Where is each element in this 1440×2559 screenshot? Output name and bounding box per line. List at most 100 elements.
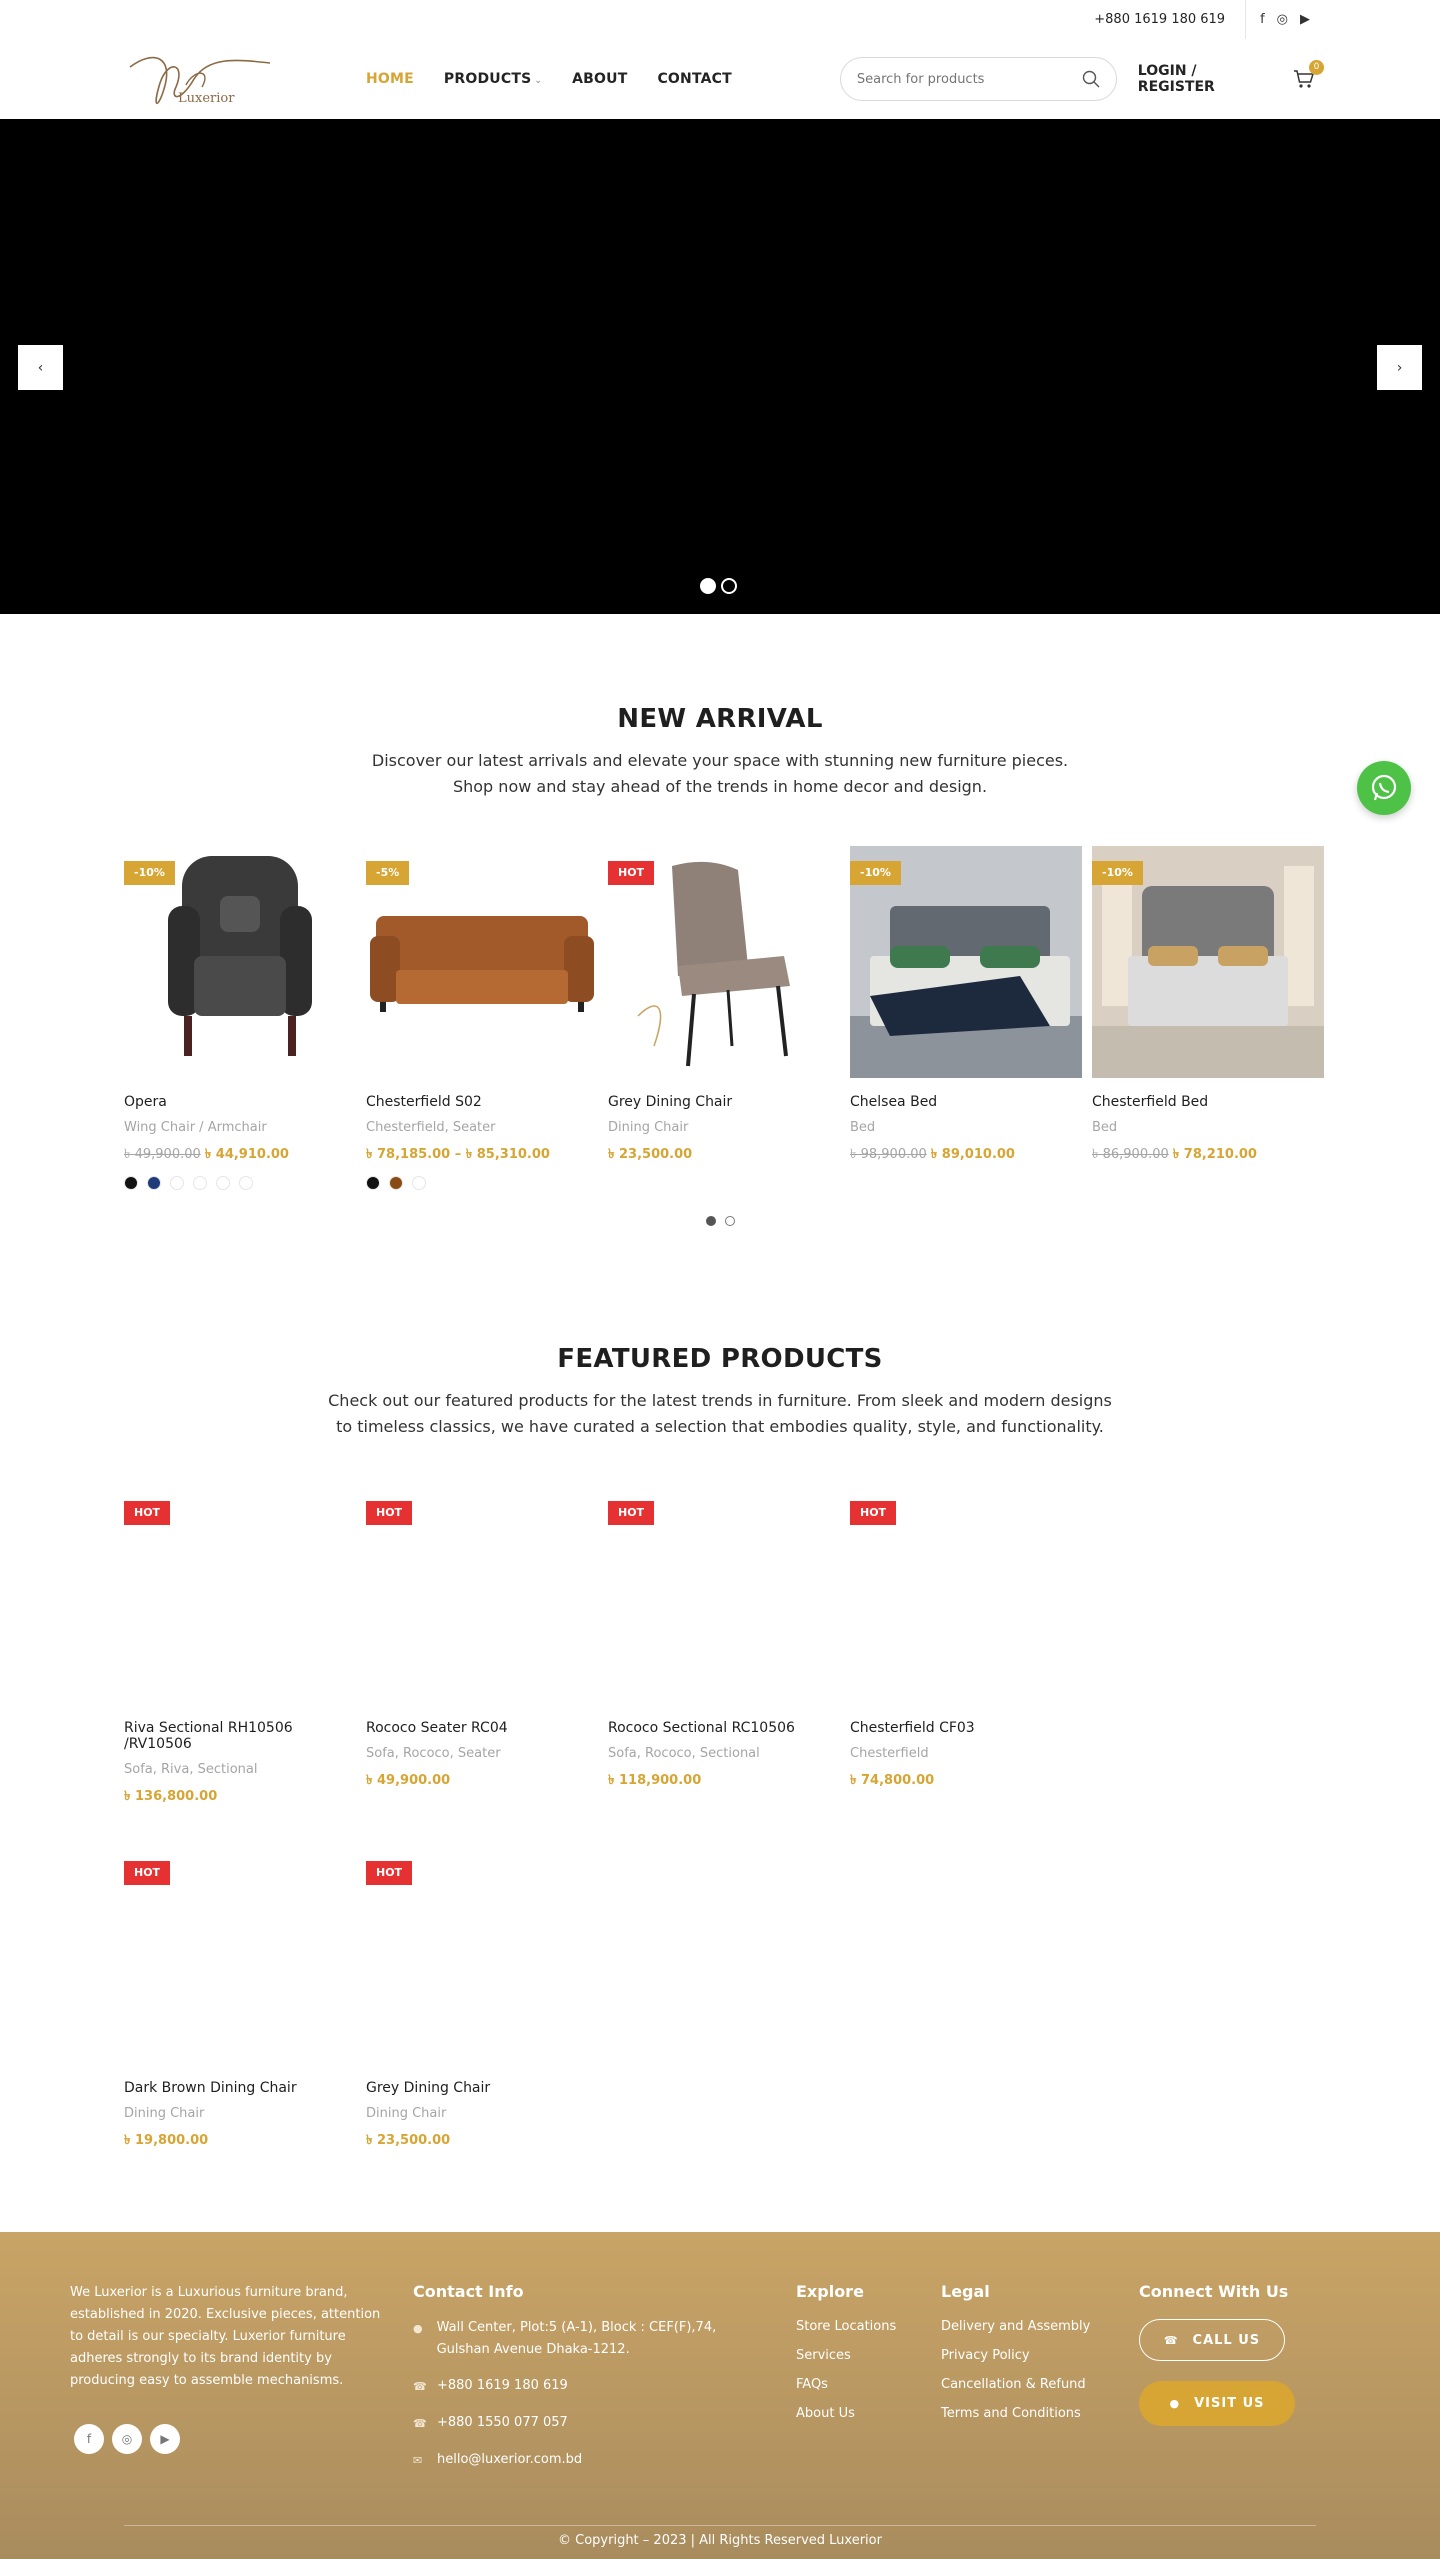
product-categories[interactable]: Sofa, Rococo, Sectional — [608, 1746, 840, 1761]
contact-phone-2[interactable]: ☎ +880 1550 077 057 — [413, 2412, 753, 2435]
logo[interactable]: Luxerior — [124, 39, 272, 119]
contact-phone-1[interactable]: ☎ +880 1619 180 619 — [413, 2375, 753, 2398]
product-card[interactable]: HOT Rococo Seater RC04 Sofa, Rococo, Sea… — [366, 1486, 598, 1808]
swatch-black[interactable] — [124, 1176, 138, 1190]
product-categories[interactable]: Sofa, Rococo, Seater — [366, 1746, 598, 1761]
footer-link-cancellation[interactable]: Cancellation & Refund — [941, 2377, 1090, 2392]
footer-link-faqs[interactable]: FAQs — [796, 2377, 896, 2392]
product-image[interactable]: HOT — [850, 1486, 1082, 1704]
call-us-button[interactable]: ☎ CALL US — [1139, 2319, 1285, 2361]
product-name[interactable]: Grey Dining Chair — [608, 1094, 840, 1110]
footer-link-services[interactable]: Services — [796, 2348, 896, 2363]
footer-link-delivery[interactable]: Delivery and Assembly — [941, 2319, 1090, 2334]
product-name[interactable]: Dark Brown Dining Chair — [124, 2080, 356, 2096]
product-categories[interactable]: Bed — [850, 1120, 1082, 1135]
footer-link-about-us[interactable]: About Us — [796, 2406, 896, 2421]
product-categories[interactable]: Chesterfield — [850, 1746, 1082, 1761]
new-arrival-pagination — [124, 1216, 1316, 1226]
topbar-phone[interactable]: +880 1619 180 619 — [1094, 12, 1225, 27]
call-us-label: CALL US — [1192, 2332, 1261, 2348]
product-image[interactable]: HOT — [608, 1486, 840, 1704]
product-name[interactable]: Rococo Seater RC04 — [366, 1720, 598, 1736]
nav-contact[interactable]: CONTACT — [657, 71, 731, 87]
carousel-dot-2[interactable] — [724, 1216, 735, 1226]
visit-us-button[interactable]: ● VISIT US — [1139, 2381, 1295, 2426]
product-image[interactable]: -10% — [1092, 846, 1324, 1078]
hot-badge: HOT — [608, 861, 655, 885]
current-price: ৳ 44,910.00 — [204, 1147, 289, 1162]
nav-products[interactable]: PRODUCTS ⌄ — [444, 71, 542, 87]
footer-link-terms[interactable]: Terms and Conditions — [941, 2406, 1090, 2421]
product-name[interactable]: Opera — [124, 1094, 356, 1110]
whatsapp-button[interactable] — [1357, 761, 1411, 815]
search-icon[interactable] — [1082, 70, 1100, 88]
nav-home[interactable]: HOME — [366, 71, 414, 87]
product-card[interactable]: HOT Rococo Sectional RC10506 Sofa, Rococ… — [608, 1486, 840, 1808]
footer-link-store-locations[interactable]: Store Locations — [796, 2319, 896, 2334]
product-image[interactable]: -10% — [124, 846, 356, 1078]
product-card[interactable]: HOT Grey Dining Chair Dining Chair ৳ 23,… — [366, 1846, 598, 2152]
swatch[interactable] — [193, 1176, 207, 1190]
product-image[interactable]: -5% — [366, 846, 598, 1078]
product-name[interactable]: Riva Sectional RH10506 /RV10506 — [124, 1720, 356, 1752]
facebook-icon[interactable]: f — [1260, 12, 1265, 27]
product-price: ৳ 86,900.00 ৳ 78,210.00 — [1092, 1145, 1324, 1166]
youtube-icon[interactable]: ▶ — [1300, 12, 1310, 27]
swatch[interactable] — [216, 1176, 230, 1190]
product-categories[interactable]: Dining Chair — [608, 1120, 840, 1135]
product-card[interactable]: HOT Chesterfield CF03 Chesterfield ৳ 74,… — [850, 1486, 1082, 1808]
hero-prev-button[interactable]: ‹ — [18, 345, 63, 390]
current-price: ৳ 74,800.00 — [850, 1773, 935, 1788]
product-name[interactable]: Chesterfield Bed — [1092, 1094, 1324, 1110]
youtube-icon[interactable]: ▶ — [150, 2424, 180, 2454]
product-categories[interactable]: Dining Chair — [366, 2106, 598, 2121]
footer-explore-title: Explore — [796, 2282, 864, 2301]
swatch-black[interactable] — [366, 1176, 380, 1190]
product-card[interactable]: -10% Opera Wing Chair / Armchair ৳ 49,90… — [124, 846, 356, 1190]
new-arrival-desc-line1: Discover our latest arrivals and elevate… — [371, 751, 1069, 770]
product-image[interactable]: HOT — [366, 1486, 598, 1704]
swatch[interactable] — [412, 1176, 426, 1190]
cart-button[interactable]: 0 — [1293, 60, 1324, 90]
product-image[interactable]: -10% — [850, 846, 1082, 1078]
contact-email[interactable]: ✉ hello@luxerior.com.bd — [413, 2449, 753, 2472]
product-name[interactable]: Chesterfield CF03 — [850, 1720, 1082, 1736]
product-categories[interactable]: Dining Chair — [124, 2106, 356, 2121]
product-categories[interactable]: Wing Chair / Armchair — [124, 1120, 356, 1135]
hero-dot-2[interactable] — [721, 578, 737, 594]
product-card[interactable]: HOT Riva Sectional RH10506 /RV10506 Sofa… — [124, 1486, 356, 1808]
product-card[interactable]: -5% Chesterfield S02 Chesterfield, Seate… — [366, 846, 598, 1190]
nav-about[interactable]: ABOUT — [572, 71, 627, 87]
login-register-link[interactable]: LOGIN / REGISTER — [1138, 63, 1271, 95]
product-categories[interactable]: Sofa, Riva, Sectional — [124, 1762, 356, 1777]
product-image[interactable]: HOT — [124, 1486, 356, 1704]
product-name[interactable]: Chesterfield S02 — [366, 1094, 598, 1110]
contact-address: ● Wall Center, Plot:5 (A-1), Block : CEF(… — [413, 2317, 753, 2361]
product-card[interactable]: -10% Chesterfield Bed Bed ৳ 86,900.00 ৳ 7… — [1092, 846, 1324, 1190]
footer-link-privacy[interactable]: Privacy Policy — [941, 2348, 1090, 2363]
swatch[interactable] — [170, 1176, 184, 1190]
product-name[interactable]: Rococo Sectional RC10506 — [608, 1720, 840, 1736]
product-image[interactable]: HOT — [366, 1846, 598, 2064]
product-name[interactable]: Grey Dining Chair — [366, 2080, 598, 2096]
product-card[interactable]: HOT Grey Dining Chair Dining Chair ৳ 23,… — [608, 846, 840, 1190]
search-input[interactable] — [856, 71, 1082, 87]
swatch-brown[interactable] — [389, 1176, 403, 1190]
product-name[interactable]: Chelsea Bed — [850, 1094, 1082, 1110]
product-categories[interactable]: Chesterfield, Seater — [366, 1120, 598, 1135]
featured-desc-line1: Check out our featured products for the … — [328, 1391, 1112, 1410]
facebook-icon[interactable]: f — [74, 2424, 104, 2454]
hero-next-button[interactable]: › — [1377, 345, 1422, 390]
product-image[interactable]: HOT — [124, 1846, 356, 2064]
current-price: ৳ 23,500.00 — [608, 1147, 693, 1162]
product-card[interactable]: HOT Dark Brown Dining Chair Dining Chair… — [124, 1846, 356, 2152]
product-card[interactable]: -10% Chelsea Bed Bed ৳ 98,900.00 ৳ 89,010… — [850, 846, 1082, 1190]
instagram-icon[interactable]: ◎ — [112, 2424, 142, 2454]
carousel-dot-1[interactable] — [705, 1216, 716, 1226]
hero-dot-1[interactable] — [700, 578, 716, 594]
product-image[interactable]: HOT — [608, 846, 840, 1078]
instagram-icon[interactable]: ◎ — [1277, 12, 1288, 27]
product-categories[interactable]: Bed — [1092, 1120, 1324, 1135]
swatch-blue[interactable] — [147, 1176, 161, 1190]
swatch[interactable] — [239, 1176, 253, 1190]
